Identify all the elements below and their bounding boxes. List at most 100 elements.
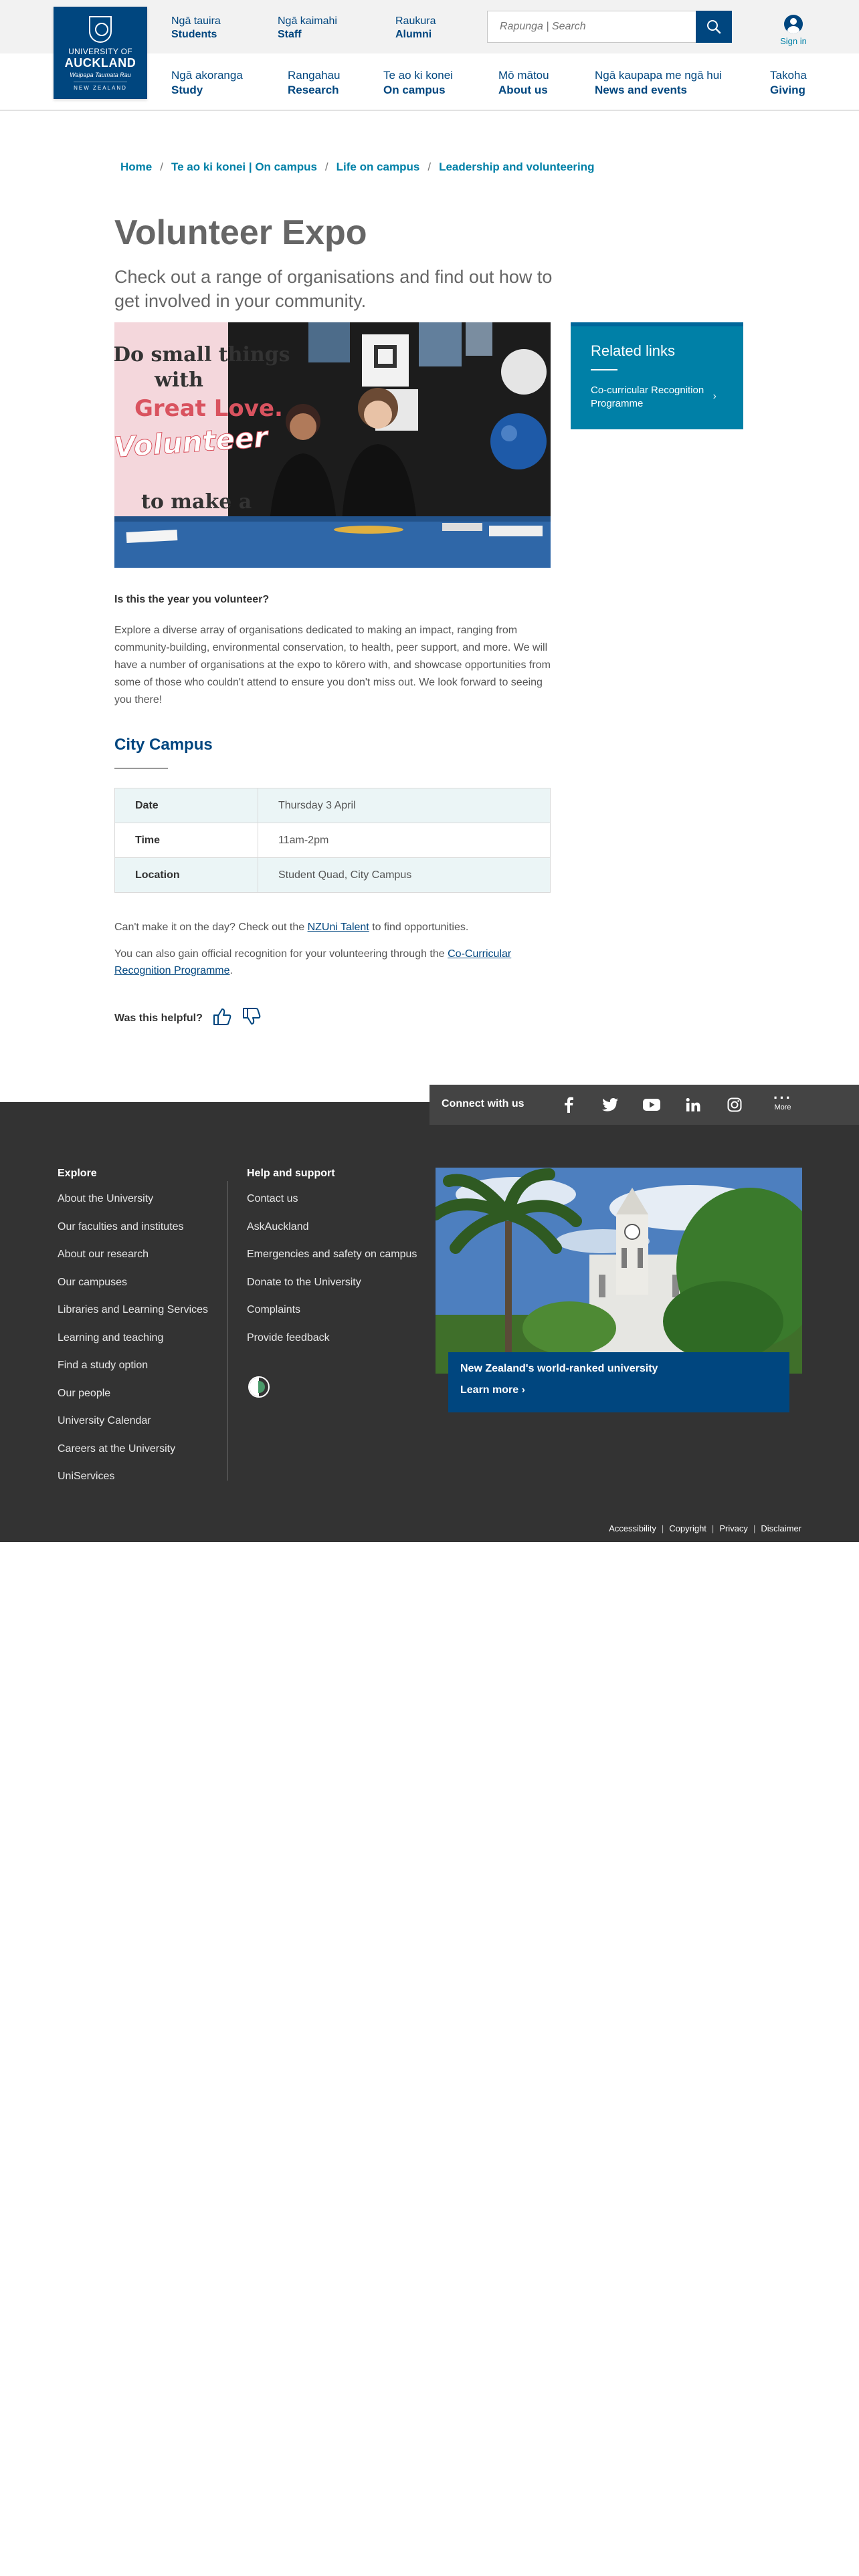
sign-in-label: Sign in xyxy=(780,36,807,46)
search-box xyxy=(487,11,697,43)
instagram-icon[interactable] xyxy=(725,1095,744,1114)
footer-link[interactable]: Learning and teaching xyxy=(58,1331,208,1360)
explore-links: About the University Our faculties and i… xyxy=(58,1192,208,1498)
clocktower-image xyxy=(436,1168,802,1374)
helpful-label: Was this helpful? xyxy=(114,1012,203,1024)
nav-about-us[interactable]: Mō mātou About us xyxy=(498,68,549,98)
clocktower-photo xyxy=(436,1168,802,1374)
footer-link[interactable]: Emergencies and safety on campus xyxy=(247,1248,417,1276)
note-text: Can't make it on the day? Check out the xyxy=(114,922,308,933)
thumbs-up-icon[interactable] xyxy=(212,1007,232,1029)
nav-english: Study xyxy=(171,84,203,96)
nav-english: About us xyxy=(498,84,548,96)
youtube-icon[interactable] xyxy=(642,1095,661,1114)
logo-line-3: Waipapa Taumata Rau xyxy=(70,72,131,78)
table-row: Date Thursday 3 April xyxy=(114,788,551,823)
nav-english: On campus xyxy=(383,84,446,96)
thumbs-down-icon[interactable] xyxy=(242,1007,262,1029)
breadcrumb-on-campus[interactable]: Te ao ki konei | On campus xyxy=(171,160,317,173)
more-social-button[interactable]: ··· More xyxy=(769,1091,796,1112)
footer-link[interactable]: University Calendar xyxy=(58,1414,208,1442)
learn-more-link[interactable]: Learn more › xyxy=(460,1384,525,1396)
toplink-students[interactable]: Ngā tauira Students xyxy=(171,15,221,41)
legal-link-disclaimer[interactable]: Disclaimer xyxy=(761,1523,801,1533)
toplink-english: Alumni xyxy=(395,29,432,40)
user-icon xyxy=(784,15,803,33)
footer-link[interactable]: Provide feedback xyxy=(247,1331,417,1360)
logo-line-4: NEW ZEALAND xyxy=(74,82,127,93)
search-input[interactable] xyxy=(488,11,696,42)
legal-link-privacy[interactable]: Privacy xyxy=(719,1523,748,1533)
breadcrumb-home[interactable]: Home xyxy=(120,160,152,173)
toplink-alumni[interactable]: Raukura Alumni xyxy=(395,15,436,41)
hero-image: Do small things with Great Love. Volunte… xyxy=(114,322,551,568)
nav-maori: Mō mātou xyxy=(498,69,549,82)
breadcrumb-life-on-campus[interactable]: Life on campus xyxy=(337,160,420,173)
nzuni-talent-link[interactable]: NZUni Talent xyxy=(308,922,369,933)
linkedin-icon[interactable] xyxy=(684,1095,702,1114)
footer-link[interactable]: Our faculties and institutes xyxy=(58,1220,208,1249)
legal-link-accessibility[interactable]: Accessibility xyxy=(609,1523,656,1533)
footer-link[interactable]: UniServices xyxy=(58,1470,208,1498)
footer-link[interactable]: Contact us xyxy=(247,1192,417,1220)
toplink-english: Students xyxy=(171,29,217,40)
footer-divider xyxy=(227,1181,228,1481)
university-logo[interactable]: UNIVERSITY OF AUCKLAND Waipapa Taumata R… xyxy=(54,7,147,99)
nav-study[interactable]: Ngā akoranga Study xyxy=(171,68,243,98)
nav-maori: Takoha xyxy=(770,69,807,82)
legal-separator: | xyxy=(711,1523,714,1533)
contrast-toggle-leaf xyxy=(258,1381,265,1393)
section-question: Is this the year you volunteer? xyxy=(114,594,270,605)
recognition-note: You can also gain official recognition f… xyxy=(114,946,551,979)
intro-paragraph: Explore a diverse array of organisations… xyxy=(114,625,551,706)
nav-news-and-events[interactable]: Ngā kaupapa me ngā hui News and events xyxy=(595,68,722,98)
nav-research[interactable]: Rangahau Research xyxy=(288,68,340,98)
footer-link[interactable]: About our research xyxy=(58,1248,208,1276)
breadcrumb-separator: / xyxy=(324,160,328,173)
help-heading: Help and support xyxy=(247,1168,335,1179)
volunteer-expo-photo: Do small things with Great Love. Volunte… xyxy=(114,322,551,568)
nav-on-campus[interactable]: Te ao ki konei On campus xyxy=(383,68,453,98)
search-button[interactable] xyxy=(696,11,732,43)
related-link-ccrp[interactable]: Co-curricular Recognition Programme xyxy=(591,384,711,411)
sign-in-button[interactable]: Sign in xyxy=(776,15,811,46)
legal-separator: | xyxy=(661,1523,664,1533)
toplink-maori: Raukura xyxy=(395,15,436,27)
breadcrumb-leadership[interactable]: Leadership and volunteering xyxy=(439,160,594,173)
legal-link-copyright[interactable]: Copyright xyxy=(669,1523,706,1533)
logo-line-2: AUCKLAND xyxy=(64,56,136,70)
footer-link[interactable]: Libraries and Learning Services xyxy=(58,1303,208,1331)
breadcrumb: Home / Te ao ki konei | On campus / Life on … xyxy=(120,160,594,174)
hero-text-3: Great Love. xyxy=(134,395,283,422)
toplink-staff[interactable]: Ngā kaimahi Staff xyxy=(278,15,337,41)
twitter-icon[interactable] xyxy=(601,1095,619,1114)
nav-english: Research xyxy=(288,84,339,96)
chevron-right-icon: › xyxy=(712,391,717,402)
contrast-toggle-icon[interactable] xyxy=(248,1376,270,1398)
related-links-rule xyxy=(591,369,617,370)
footer-link[interactable]: Careers at the University xyxy=(58,1442,208,1471)
facebook-icon[interactable] xyxy=(559,1095,578,1114)
footer-link[interactable]: Complaints xyxy=(247,1303,417,1331)
detail-label: Time xyxy=(114,823,258,858)
legal-separator: | xyxy=(753,1523,756,1533)
help-links: Contact us AskAuckland Emergencies and s… xyxy=(247,1192,417,1359)
footer-link[interactable]: Donate to the University xyxy=(247,1276,417,1304)
nav-giving[interactable]: Takoha Giving xyxy=(770,68,807,98)
note-text: . xyxy=(229,965,233,976)
footer-link[interactable]: Find a study option xyxy=(58,1359,208,1387)
nav-maori: Rangahau xyxy=(288,69,341,82)
table-row: Time 11am-2pm xyxy=(114,823,551,858)
crest-icon xyxy=(89,16,112,43)
footer-link[interactable]: Our campuses xyxy=(58,1276,208,1304)
nzuni-note: Can't make it on the day? Check out the … xyxy=(114,919,551,936)
footer-link[interactable]: AskAuckland xyxy=(247,1220,417,1249)
event-details-table: Date Thursday 3 April Time 11am-2pm Loca… xyxy=(114,788,551,893)
toplink-maori: Ngā tauira xyxy=(171,15,221,27)
detail-label: Date xyxy=(114,788,258,823)
footer-link[interactable]: About the University xyxy=(58,1192,208,1220)
note-text: You can also gain official recognition f… xyxy=(114,948,448,960)
footer-link[interactable]: Our people xyxy=(58,1387,208,1415)
table-row: Location Student Quad, City Campus xyxy=(114,857,551,893)
nav-maori: Te ao ki konei xyxy=(383,69,453,82)
